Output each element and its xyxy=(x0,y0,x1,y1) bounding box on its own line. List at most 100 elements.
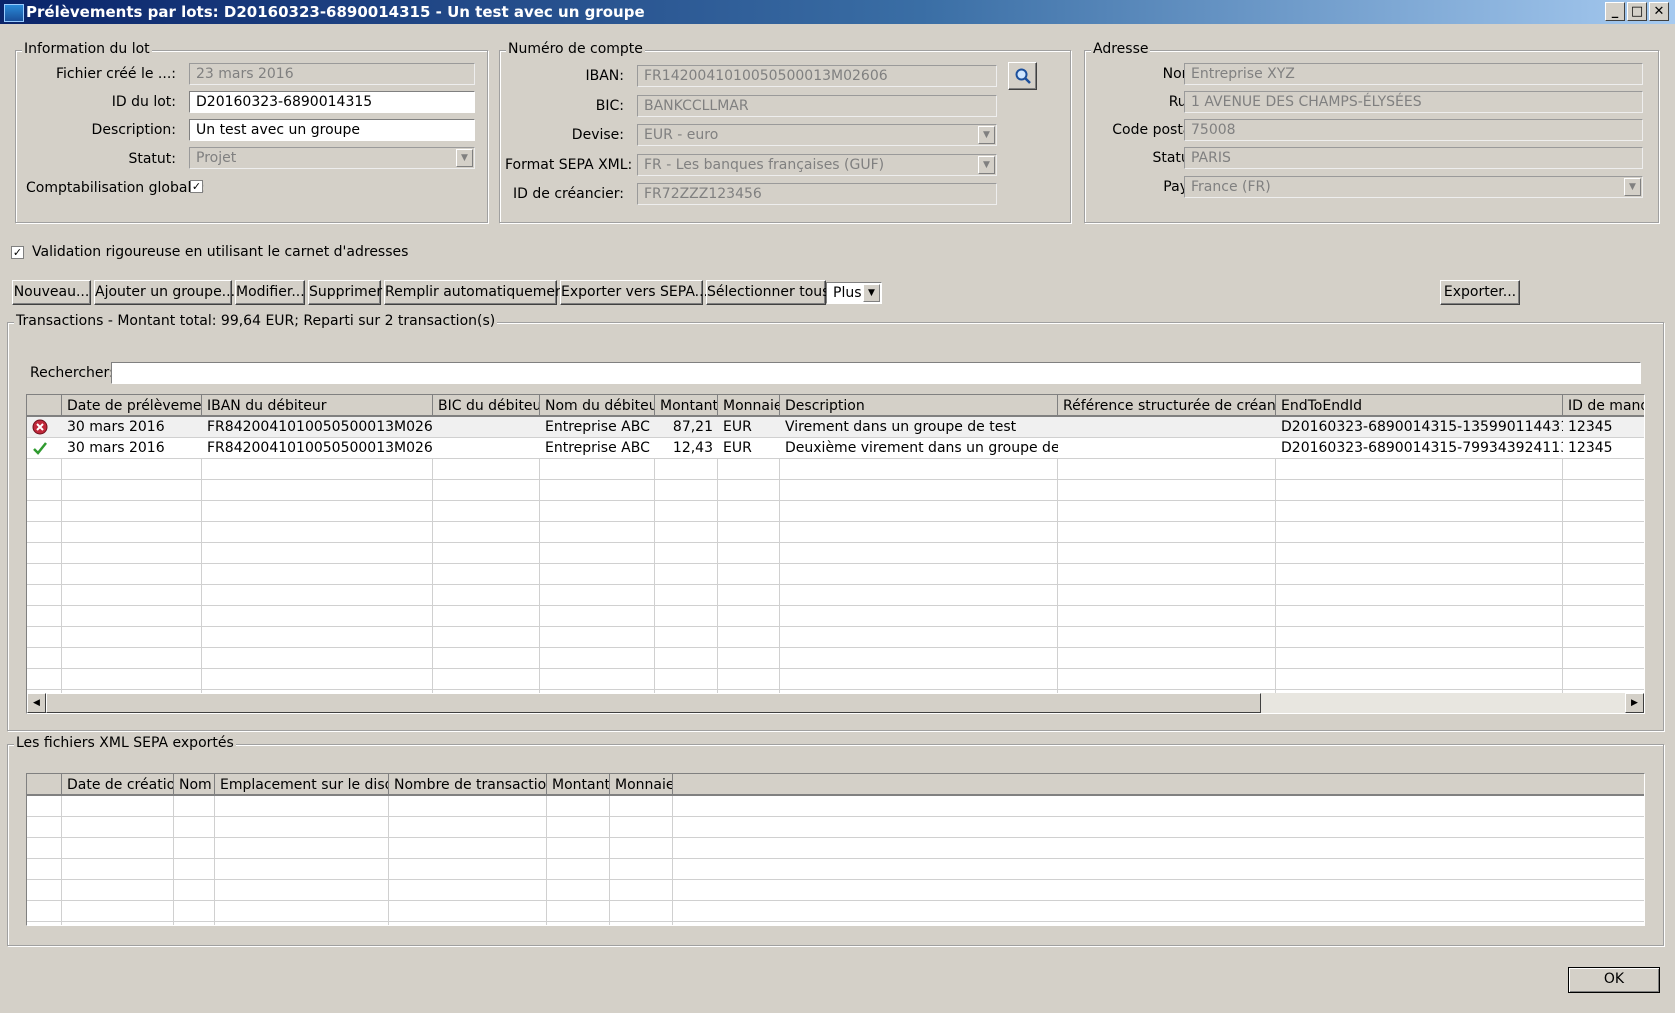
scroll-right-button[interactable]: ▶ xyxy=(1625,693,1644,713)
column-header-transaction-count[interactable]: Nombre de transactions xyxy=(389,774,547,796)
row-debtor-name: Entreprise ABC xyxy=(545,419,650,435)
checkmark-icon xyxy=(27,438,62,458)
magnifier-icon xyxy=(1015,68,1031,84)
column-header-debtor-name[interactable]: Nom du débiteur xyxy=(540,395,655,417)
grid-line xyxy=(27,479,1644,480)
address-legend: Adresse xyxy=(1091,41,1151,57)
title-bar: Prélèvements par lots: D20160323-6890014… xyxy=(0,0,1675,24)
file-created-field: 23 mars 2016 xyxy=(189,63,475,85)
iban-search-button[interactable] xyxy=(1008,62,1037,90)
search-input[interactable] xyxy=(111,362,1641,384)
row-description: Deuxième virement dans un groupe de test xyxy=(785,440,1058,456)
global-accounting-checkbox[interactable]: ✓ xyxy=(190,180,203,193)
row-debtor-name: Entreprise ABC xyxy=(545,440,650,456)
column-header-mandate-id[interactable]: ID de manda xyxy=(1563,395,1644,417)
grid-line xyxy=(27,563,1644,564)
creditor-id-field: FR72ZZZ123456 xyxy=(637,183,997,205)
scroll-thumb[interactable] xyxy=(46,693,1261,713)
chevron-down-icon: ▼ xyxy=(863,284,880,302)
table-row[interactable]: 30 mars 2016 FR8420041010050500013M02607… xyxy=(27,417,1644,437)
modify-button[interactable]: Modifier... xyxy=(235,280,305,305)
column-header-currency[interactable]: Monnaie xyxy=(718,395,780,417)
column-header-amount[interactable]: Montant xyxy=(655,395,718,417)
iban-label: IBAN: xyxy=(585,68,625,84)
delete-button[interactable]: Supprimer xyxy=(308,280,382,305)
address-name-field: Entreprise XYZ xyxy=(1184,63,1643,85)
currency-value: EUR - euro xyxy=(644,127,719,143)
description-label: Description: xyxy=(91,122,176,138)
exported-files-table: Date de création Nom Emplacement sur le … xyxy=(26,773,1645,926)
sepa-format-select[interactable]: FR - Les banques françaises (GUF) ▼ xyxy=(637,154,997,176)
close-button[interactable]: ✕ xyxy=(1649,2,1669,21)
grid-line xyxy=(27,500,1644,501)
export-sepa-button[interactable]: Exporter vers SEPA... xyxy=(560,280,708,305)
account-legend: Numéro de compte xyxy=(506,41,645,57)
window-title: Prélèvements par lots: D20160323-6890014… xyxy=(26,3,645,21)
column-header-description[interactable]: Description xyxy=(780,395,1058,417)
exported-files-legend: Les fichiers XML SEPA exportés xyxy=(14,735,236,751)
column-header-date[interactable]: Date de prélèvement xyxy=(62,395,202,417)
export-button[interactable]: Exporter... xyxy=(1440,280,1520,305)
row-mandate-id: 12345 xyxy=(1568,440,1613,456)
add-group-button[interactable]: Ajouter un groupe... xyxy=(94,280,235,305)
transactions-table: Date de prélèvement IBAN du débiteur BIC… xyxy=(26,394,1645,714)
autofill-button[interactable]: Remplir automatiquement xyxy=(384,280,569,305)
currency-label: Devise: xyxy=(571,127,624,143)
lot-status-select[interactable]: Projet ▼ xyxy=(189,147,475,169)
column-header-location[interactable]: Emplacement sur le disque xyxy=(215,774,389,796)
select-all-button[interactable]: Sélectionner tous xyxy=(706,280,829,305)
grid-line xyxy=(27,837,1644,838)
column-header-amount[interactable]: Montant xyxy=(547,774,610,796)
grid-line xyxy=(27,458,1644,459)
chevron-down-icon: ▼ xyxy=(1624,178,1641,196)
sepa-format-label: Format SEPA XML: xyxy=(505,157,633,173)
row-amount: 12,43 xyxy=(672,440,713,456)
column-header-end-to-end-id[interactable]: EndToEndId xyxy=(1276,395,1563,417)
grid-line xyxy=(27,879,1644,880)
country-value: France (FR) xyxy=(1191,179,1271,195)
horizontal-scrollbar[interactable]: ◀ ▶ xyxy=(27,693,1644,713)
more-select[interactable]: Plus ▼ xyxy=(826,282,882,304)
grid-line xyxy=(27,542,1644,543)
grid-line xyxy=(27,647,1644,648)
column-header-status[interactable] xyxy=(27,395,62,417)
column-header-iban[interactable]: IBAN du débiteur xyxy=(202,395,433,417)
more-select-value: Plus xyxy=(833,285,862,301)
column-header-bic[interactable]: BIC du débiteur xyxy=(433,395,540,417)
row-currency: EUR xyxy=(723,419,752,435)
row-bic xyxy=(433,417,540,437)
minimize-button[interactable]: _ xyxy=(1605,2,1625,21)
grid-line xyxy=(27,858,1644,859)
grid-line xyxy=(27,668,1644,669)
column-header-status[interactable] xyxy=(27,774,62,796)
column-header-creation-date[interactable]: Date de création xyxy=(62,774,174,796)
transactions-legend: Transactions - Montant total: 99,64 EUR;… xyxy=(14,313,498,329)
description-field[interactable]: Un test avec un groupe xyxy=(189,119,475,141)
grid-line xyxy=(27,816,1644,817)
ok-button[interactable]: OK xyxy=(1568,967,1660,993)
bic-field: BANKCCLLMAR xyxy=(637,95,997,117)
chevron-down-icon: ▼ xyxy=(456,149,473,167)
iban-field: FR1420041010050500013M02606 xyxy=(637,65,997,87)
row-iban: FR8420041010050500013M02607 xyxy=(207,419,433,435)
maximize-button[interactable]: □ xyxy=(1627,2,1647,21)
column-header-creditor-ref[interactable]: Référence structurée de créancier xyxy=(1058,395,1276,417)
row-date: 30 mars 2016 xyxy=(67,419,165,435)
country-select[interactable]: France (FR) ▼ xyxy=(1184,176,1643,198)
column-header-currency[interactable]: Monnaie xyxy=(610,774,673,796)
column-header-name[interactable]: Nom xyxy=(174,774,215,796)
lot-id-field[interactable]: D20160323-6890014315 xyxy=(189,91,475,113)
lot-status-value: Projet xyxy=(196,150,237,166)
row-creditor-ref xyxy=(1058,438,1276,458)
lot-id-label: ID du lot: xyxy=(111,94,176,110)
bic-label: BIC: xyxy=(595,98,624,114)
new-button[interactable]: Nouveau... xyxy=(12,280,91,305)
grid-line xyxy=(27,521,1644,522)
lot-info-legend: Information du lot xyxy=(22,41,152,57)
validation-checkbox[interactable]: ✓ xyxy=(11,246,24,259)
scroll-left-button[interactable]: ◀ xyxy=(27,693,46,713)
city-field: PARIS xyxy=(1184,147,1643,169)
validation-label[interactable]: Validation rigoureuse en utilisant le ca… xyxy=(32,244,408,260)
currency-select[interactable]: EUR - euro ▼ xyxy=(637,124,997,146)
table-row[interactable]: 30 mars 2016 FR8420041010050500013M02607… xyxy=(27,438,1644,458)
